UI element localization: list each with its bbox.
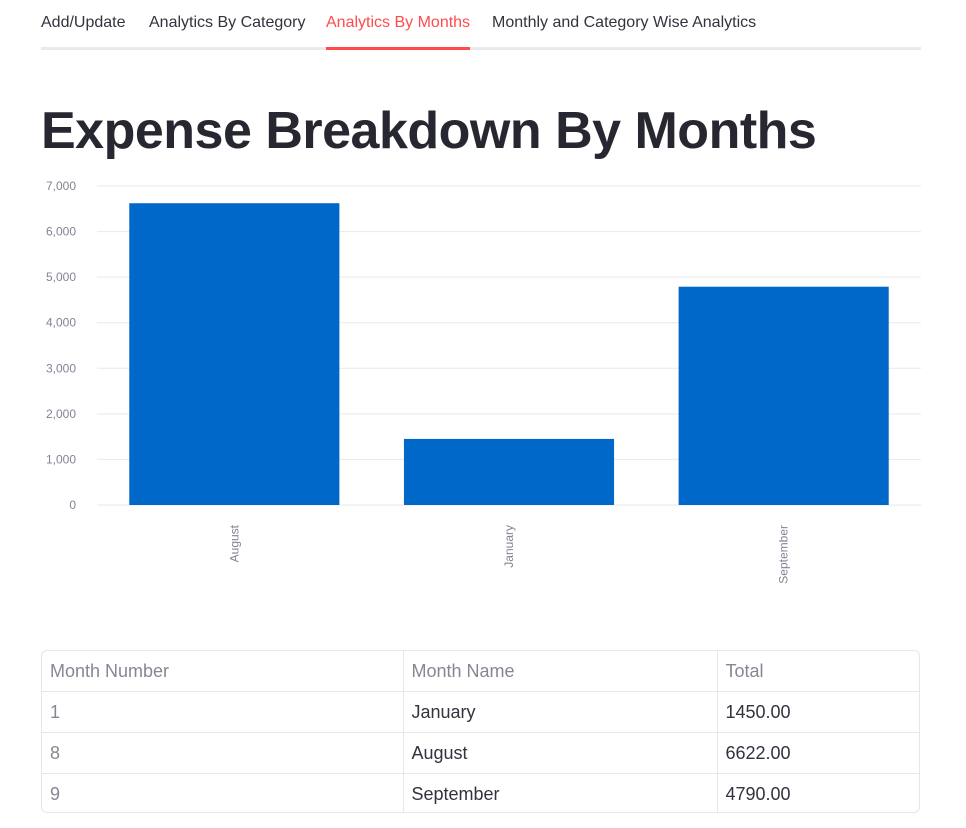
cell-total[interactable]: 1450.00	[717, 691, 919, 733]
x-tick-label: September	[777, 525, 791, 584]
y-tick-label: 4,000	[46, 316, 76, 330]
table-row: 1 January 1450.00	[42, 691, 919, 733]
table-row: 9 September 4790.00	[42, 773, 919, 813]
bar-september[interactable]	[678, 286, 889, 505]
y-tick-label: 7,000	[46, 179, 76, 193]
tab-analytics-by-months[interactable]: Analytics By Months	[326, 14, 471, 50]
cell-month-number[interactable]: 1	[42, 691, 404, 733]
y-tick-label: 5,000	[46, 270, 76, 284]
tab-monthly-and-category-wise-analytics[interactable]: Monthly and Category Wise Analytics	[492, 14, 756, 50]
cell-month-name[interactable]: September	[403, 773, 718, 812]
cell-month-number[interactable]: 9	[42, 773, 404, 812]
tab-bar: Add/Update Analytics By Category Analyti…	[41, 0, 921, 52]
column-header-month-name[interactable]: Month Name	[403, 651, 718, 692]
cell-month-name[interactable]: August	[403, 732, 718, 774]
y-tick-label: 0	[69, 498, 76, 512]
table-row: 8 August 6622.00	[42, 732, 919, 774]
cell-total[interactable]: 4790.00	[717, 774, 919, 813]
y-tick-label: 3,000	[46, 361, 76, 375]
page-title: Expense Breakdown By Months	[41, 102, 817, 160]
expense-by-month-chart: 0 1,000 2,000 3,000 4,000 5,000 6,000 7,000 Augu…	[30, 178, 930, 608]
tab-add-update[interactable]: Add/Update	[41, 14, 126, 50]
x-tick-label: January	[502, 525, 516, 568]
bar-chart-svg: 0 1,000 2,000 3,000 4,000 5,000 6,000 7,000 Augu…	[46, 179, 921, 584]
cell-month-name[interactable]: January	[403, 691, 718, 733]
x-tick-label: August	[227, 524, 241, 562]
bar-january[interactable]	[403, 438, 615, 505]
column-header-month-number[interactable]: Month Number	[42, 651, 404, 692]
cell-month-number[interactable]: 8	[42, 732, 404, 774]
y-tick-label: 1,000	[46, 452, 76, 466]
column-header-total[interactable]: Total	[717, 651, 919, 692]
y-tick-label: 6,000	[46, 225, 76, 239]
tab-analytics-by-category[interactable]: Analytics By Category	[149, 14, 306, 50]
table-header-row: Month Number Month Name Total	[42, 651, 919, 692]
y-tick-label: 2,000	[46, 407, 76, 421]
bar-august[interactable]	[129, 203, 340, 505]
monthly-totals-table[interactable]: Month Number Month Name Total 1 January …	[41, 650, 920, 813]
cell-total[interactable]: 6622.00	[717, 732, 919, 774]
